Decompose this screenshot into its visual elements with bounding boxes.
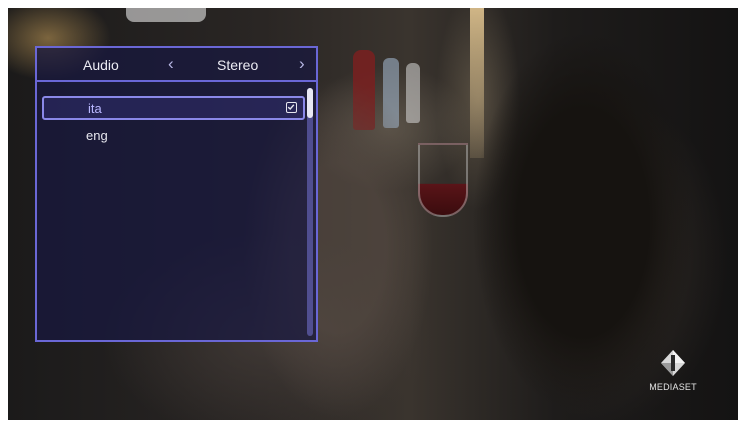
audio-track-item-ita[interactable]: ita (42, 96, 305, 120)
checkbox-checked-icon[interactable] (286, 102, 297, 113)
audio-menu-panel: Audio ‹ Stereo › ita eng (35, 46, 318, 342)
background-wine-glass (418, 143, 468, 217)
audio-track-item-eng[interactable]: eng (42, 124, 305, 148)
audio-mode-value[interactable]: Stereo (217, 57, 258, 73)
chevron-left-icon[interactable]: ‹ (168, 54, 174, 74)
background-ceiling-light (126, 8, 206, 22)
audio-track-label: eng (86, 128, 108, 143)
video-frame: Audio ‹ Stereo › ita eng MEDIASET (8, 8, 738, 420)
mediaset-emblem-icon (661, 350, 685, 376)
audio-menu-title: Audio (83, 57, 119, 73)
audio-menu-header: Audio ‹ Stereo › (37, 48, 316, 82)
mediaset-logo: MEDIASET (648, 346, 698, 396)
scrollbar[interactable] (307, 88, 313, 336)
audio-track-label: ita (88, 101, 102, 116)
chevron-right-icon[interactable]: › (299, 54, 305, 74)
mediaset-logo-text: MEDIASET (649, 382, 697, 392)
scrollbar-thumb[interactable] (307, 88, 313, 118)
